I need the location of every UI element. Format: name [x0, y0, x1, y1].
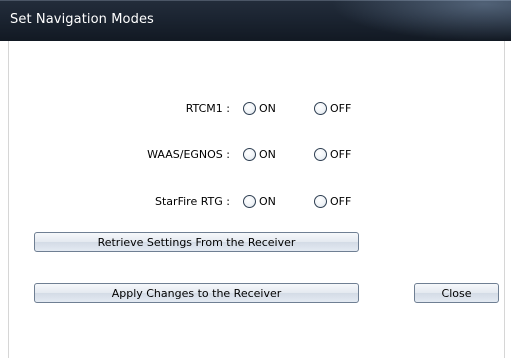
waas-egnos-on-label: ON	[259, 147, 276, 161]
mode-row-starfire-rtg: StarFire RTG : ON OFF	[0, 192, 511, 210]
title-bar-glow	[331, 0, 511, 41]
mode-label-rtcm1: RTCM1 :	[185, 101, 230, 115]
starfire-rtg-off-label: OFF	[330, 194, 352, 208]
radio-circle-icon	[314, 194, 327, 208]
radio-circle-icon	[243, 147, 256, 161]
window-title: Set Navigation Modes	[10, 12, 154, 27]
radio-circle-icon	[243, 101, 256, 115]
mode-label-waas-egnos: WAAS/EGNOS :	[147, 147, 230, 161]
waas-egnos-on-radio[interactable]: ON	[243, 147, 276, 161]
apply-changes-button[interactable]: Apply Changes to the Receiver	[34, 283, 359, 303]
radio-circle-icon	[243, 194, 256, 208]
rtcm1-on-label: ON	[259, 101, 276, 115]
starfire-rtg-on-label: ON	[259, 194, 276, 208]
mode-row-waas-egnos: WAAS/EGNOS : ON OFF	[0, 145, 511, 163]
retrieve-settings-button[interactable]: Retrieve Settings From the Receiver	[34, 232, 359, 252]
mode-row-rtcm1: RTCM1 : ON OFF	[0, 99, 511, 117]
radio-circle-icon	[314, 101, 327, 115]
starfire-rtg-off-radio[interactable]: OFF	[314, 194, 352, 208]
rtcm1-on-radio[interactable]: ON	[243, 101, 276, 115]
starfire-rtg-on-radio[interactable]: ON	[243, 194, 276, 208]
title-bar[interactable]: Set Navigation Modes	[0, 0, 511, 41]
close-button[interactable]: Close	[414, 283, 499, 303]
rtcm1-off-label: OFF	[330, 101, 352, 115]
waas-egnos-off-radio[interactable]: OFF	[314, 147, 352, 161]
rtcm1-off-radio[interactable]: OFF	[314, 101, 352, 115]
waas-egnos-off-label: OFF	[330, 147, 352, 161]
radio-circle-icon	[314, 147, 327, 161]
mode-label-starfire-rtg: StarFire RTG :	[155, 194, 230, 208]
set-navigation-modes-dialog: Set Navigation Modes RTCM1 : ON OFF WAAS…	[0, 0, 511, 358]
